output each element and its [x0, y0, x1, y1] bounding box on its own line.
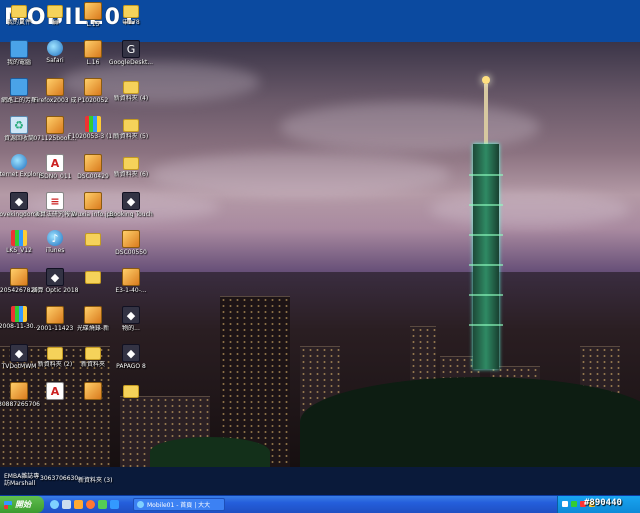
- desktop-icon-label: iTunes: [45, 247, 65, 254]
- tray-icon[interactable]: [571, 501, 577, 507]
- folder-icon: [85, 347, 101, 360]
- multicolor-icon: [11, 306, 27, 322]
- pdf-icon: A: [46, 154, 64, 172]
- windows-flag-icon: [4, 500, 12, 509]
- desktop-icon-label: PAPAGO 8: [116, 363, 146, 370]
- folder-icon: [47, 347, 63, 360]
- desktop-icon-label: 新資料夾 (6): [113, 171, 149, 178]
- winrar-icon: [11, 230, 27, 246]
- folder-icon: [123, 157, 139, 170]
- folder-icon: [123, 119, 139, 132]
- image-icon: [84, 382, 102, 400]
- image-icon: [10, 382, 28, 400]
- app-icon: ◆: [46, 268, 64, 286]
- site-banner: MOBILE01 我的文件捐 L.15 中278: [0, 0, 640, 43]
- tray-icon[interactable]: [562, 501, 568, 507]
- image-icon: [84, 192, 102, 210]
- image-icon: [46, 116, 64, 134]
- taskbar: 開始 Mobile01 - 首頁 | 大大: [0, 495, 640, 513]
- image-icon: [84, 78, 102, 96]
- desktop-icon-label: 中278: [122, 19, 140, 26]
- network-icon: [10, 78, 28, 96]
- desktop-icon-label: 新資料夾 (4): [113, 95, 149, 102]
- folder-icon: [123, 385, 139, 398]
- desktop-icon-label: 30887265706: [0, 401, 40, 408]
- desktop-icon-label: E3-1-40-...: [115, 287, 147, 294]
- folder-icon: [85, 233, 101, 246]
- city-skyline: [0, 272, 640, 467]
- image-icon: [84, 40, 102, 58]
- post-id-watermark: #890440: [584, 498, 622, 508]
- quicklaunch-desktop-icon[interactable]: [62, 500, 71, 509]
- desktop-icon[interactable]: DSC00550: [106, 230, 156, 256]
- winrar-icon: [85, 116, 101, 132]
- app-icon: ◆: [10, 344, 28, 362]
- desktop-icon[interactable]: ◆ 物的...: [106, 306, 156, 332]
- itunes-icon: ♪: [47, 230, 63, 246]
- desktop-icon-label: GoogleDeskt...: [108, 59, 154, 66]
- quicklaunch-ie-icon[interactable]: [50, 500, 59, 509]
- image-icon: [84, 154, 102, 172]
- app-icon: ◆: [122, 344, 140, 362]
- desktop-icon-label: 物的...: [122, 325, 140, 332]
- document-icon: ≡: [46, 192, 64, 210]
- my-computer-icon: [10, 40, 28, 58]
- folder-icon: [123, 81, 139, 94]
- desktop-icon[interactable]: 中278: [106, 2, 156, 26]
- internet-explorer-icon: [137, 501, 144, 508]
- safari-icon: [47, 40, 63, 56]
- google-desktop-icon: G: [122, 40, 140, 58]
- internet-explorer-icon: [11, 154, 27, 170]
- pdf-icon: A: [46, 382, 64, 400]
- desktop-icon-label: DSC00550: [115, 249, 147, 256]
- image-icon: [46, 306, 64, 324]
- image-icon: [122, 268, 140, 286]
- desktop-icon[interactable]: 新資料夾 (4): [106, 78, 156, 102]
- folder-icon: [85, 271, 101, 284]
- bottom-label-3[interactable]: 新資料夾 (3): [78, 475, 112, 484]
- quicklaunch-app-icon[interactable]: [98, 500, 107, 509]
- image-icon: [46, 78, 64, 96]
- folder-icon: [123, 5, 139, 18]
- folder-icon: [11, 5, 27, 18]
- desktop-icon-label: Booking Touch: [109, 211, 153, 218]
- image-icon: [84, 2, 102, 20]
- desktop-icon[interactable]: E3-1-40-...: [106, 268, 156, 294]
- desktop-icon-label: 新資料夾 (5): [113, 133, 149, 140]
- task-label: Mobile01 - 首頁 | 大大: [147, 502, 211, 509]
- taskbar-window-button[interactable]: Mobile01 - 首頁 | 大大: [133, 498, 225, 511]
- app-icon: ◆: [122, 192, 140, 210]
- desktop-icon[interactable]: G GoogleDeskt...: [106, 40, 156, 66]
- start-button[interactable]: 開始: [0, 496, 44, 513]
- taipei-101-tower: [467, 76, 505, 369]
- app-icon: ◆: [10, 192, 28, 210]
- bottom-label-1[interactable]: EMBA雜誌專 訪Marshall: [4, 473, 44, 487]
- quicklaunch-firefox-icon[interactable]: [86, 500, 95, 509]
- desktop-icon-label: 演算 Optic 2018: [31, 287, 79, 294]
- desktop-icon[interactable]: 新資料夾 (6): [106, 154, 156, 178]
- start-label: 開始: [15, 500, 31, 509]
- desktop-icon[interactable]: ◆ PAPAGO 8: [106, 344, 156, 370]
- folder-icon: [47, 5, 63, 18]
- image-icon: [10, 268, 28, 286]
- quicklaunch-media-icon[interactable]: [74, 500, 83, 509]
- recycle-bin-icon: ♻: [10, 116, 28, 134]
- desktop-icon[interactable]: ◆ Booking Touch: [106, 192, 156, 218]
- desktop-icon[interactable]: 新資料夾 (5): [106, 116, 156, 140]
- desktop-wallpaper: [0, 42, 640, 467]
- image-icon: [122, 230, 140, 248]
- desktop-icon[interactable]: [106, 382, 156, 399]
- image-icon: [84, 306, 102, 324]
- quicklaunch-app-icon[interactable]: [110, 500, 119, 509]
- app-icon: ◆: [122, 306, 140, 324]
